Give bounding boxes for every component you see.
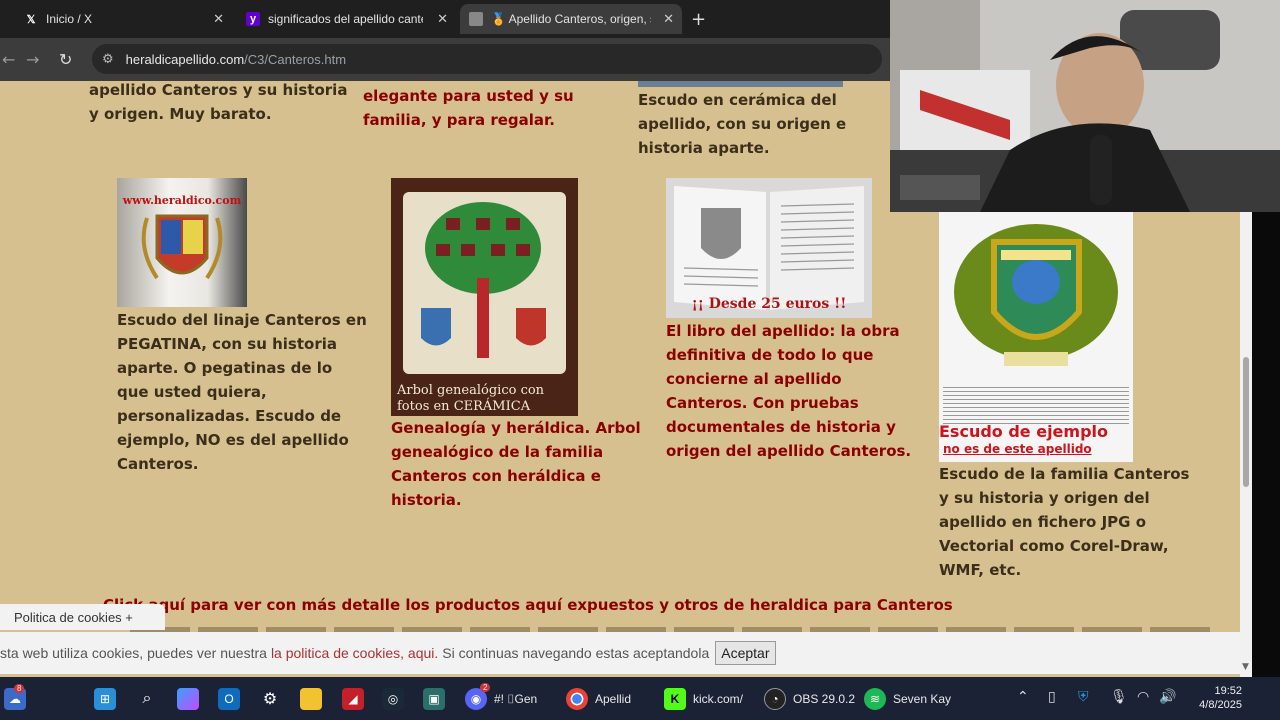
weather-widget[interactable]: ☁ 8 <box>4 684 33 712</box>
tab-x[interactable]: 𝕏 Inicio / X ✕ <box>0 4 232 34</box>
amd-icon: ◢ <box>342 688 364 710</box>
reload-icon[interactable]: ↻ <box>59 50 72 69</box>
coat-of-arms-icon <box>954 224 1118 366</box>
gear-icon: ⚙ <box>262 691 278 708</box>
image-caption: ¡¡ Desde 25 euros !! <box>691 296 847 312</box>
family-tree-icon <box>403 192 566 374</box>
volume-icon[interactable]: 🔊 <box>1159 689 1176 705</box>
back-icon[interactable]: ← <box>2 50 15 69</box>
address-toolbar: ← → ↻ ⚙ heraldicapellido.com /C3/Cantero… <box>0 38 890 81</box>
taskbar-label: Apellid <box>595 692 632 706</box>
x-logo-icon: 𝕏 <box>26 13 36 26</box>
family-tree-product-image[interactable]: Arbol genealógico con fotos en CERÁMICA <box>391 178 578 416</box>
yahoo-icon: y <box>246 12 260 26</box>
product-description-sticker: Escudo del linaje Canteros en PEGATINA, … <box>117 311 367 473</box>
taskbar-label: Seven Kay <box>893 692 952 706</box>
browser-tab-strip: 𝕏 Inicio / X ✕ y significados del apelli… <box>0 0 890 38</box>
kick-button[interactable]: K kick.com/ <box>664 686 743 712</box>
accept-cookies-button[interactable]: Aceptar <box>715 641 776 665</box>
forward-icon[interactable]: → <box>26 50 39 69</box>
product-description-family-tree: Genealogía y heráldica. Arbol genealógic… <box>391 419 641 509</box>
url-path: /C3/Canteros.htm <box>244 51 347 67</box>
usb-icon[interactable]: ▯ <box>1048 689 1056 705</box>
app-button[interactable]: ▣ <box>423 686 452 712</box>
outlook-button[interactable]: O <box>218 686 247 712</box>
example-sublabel: no es de este apellido <box>943 442 1092 456</box>
product-text-top-2: elegante para usted y su familia, y para… <box>363 87 574 129</box>
discord-button[interactable]: ◉ 2 #! ⌷Gen <box>465 683 538 712</box>
scroll-down-icon[interactable]: ▼ <box>1242 662 1249 672</box>
microphone-icon[interactable]: 🎙 <box>1110 689 1128 705</box>
shield-file-product-image[interactable]: Escudo de ejemplo no es de este apellido <box>939 212 1133 462</box>
steam-button[interactable]: ◎ <box>382 686 411 712</box>
example-label: Escudo de ejemplo <box>939 422 1109 441</box>
sticker-product-image[interactable]: www.heraldico.com <box>117 178 247 307</box>
cookie-banner: sta web utiliza cookies, puedes ver nues… <box>0 632 1240 674</box>
cookie-text-continue: Si continuas navegando estas aceptandola <box>442 645 710 661</box>
coat-of-arms-icon <box>141 214 223 280</box>
webcam-person-image <box>890 0 1280 212</box>
url-host: heraldicapellido.com <box>125 51 245 67</box>
webcam-overlay <box>890 0 1280 212</box>
notification-badge: 2 <box>480 683 491 692</box>
clock-date: 4/8/2025 <box>1199 699 1242 711</box>
book-product-image[interactable]: ¡¡ Desde 25 euros !! <box>666 178 872 318</box>
obs-button[interactable]: ◔ OBS 29.0.2 <box>764 686 855 712</box>
taskbar-label: #! ⌷Gen <box>494 691 538 706</box>
product-text-top-1: apellido Canteros y su historia y origen… <box>89 81 348 123</box>
screen-edge <box>1252 212 1280 677</box>
obs-icon: ◔ <box>764 688 786 710</box>
copilot-icon <box>177 688 199 710</box>
spotify-button[interactable]: ≋ Seven Kay <box>864 686 951 712</box>
close-icon[interactable]: ✕ <box>437 11 448 27</box>
copilot-button[interactable] <box>177 686 206 712</box>
search-button[interactable]: ⌕ <box>136 686 165 712</box>
file-explorer-button[interactable] <box>300 686 329 712</box>
product-text-top-3: Escudo en cerámica del apellido, con su … <box>638 91 847 157</box>
tab-title: significados del apellido canter <box>268 12 423 26</box>
kick-icon: K <box>664 688 686 710</box>
cookie-text: sta web utiliza cookies, puedes ver nues… <box>0 645 267 661</box>
shield-icon[interactable]: ⛨ <box>1078 689 1089 705</box>
tab-canteros-active[interactable]: 🏅 Apellido Canteros, origen, s ✕ <box>460 4 682 34</box>
spotify-icon: ≋ <box>864 688 886 710</box>
site-settings-icon[interactable]: ⚙ <box>102 52 114 67</box>
chrome-icon <box>566 688 588 710</box>
heraldry-favicon-icon <box>469 12 483 26</box>
clock-time: 19:52 <box>1214 685 1242 697</box>
wifi-icon[interactable]: ◠ <box>1137 689 1149 705</box>
chevron-up-icon[interactable]: ⌃ <box>1017 689 1029 705</box>
page-scrollbar[interactable]: ▼ <box>1240 212 1252 677</box>
tab-title: 🏅 Apellido Canteros, origen, s <box>491 12 651 26</box>
ceramic-shield-image-edge <box>638 81 843 87</box>
system-clock[interactable]: 19:52 4/8/2025 <box>1186 684 1242 712</box>
product-description-shield-file: Escudo de la familia Canteros y su histo… <box>939 465 1190 579</box>
cookie-policy-link[interactable]: la politica de cookies, aqui. <box>271 645 438 661</box>
taskbar-label: kick.com/ <box>693 692 744 706</box>
windows-taskbar: ☁ 8 ⊞ ⌕ O ⚙ ◢ ◎ ▣ ◉ 2 #! ⌷Gen Apellid K … <box>0 677 1280 720</box>
amd-button[interactable]: ◢ <box>342 686 371 712</box>
tab-yahoo[interactable]: y significados del apellido canter ✕ <box>238 4 456 34</box>
image-caption: Arbol genealógico con fotos en CERÁMICA <box>397 383 545 414</box>
monitor-icon: ▣ <box>423 688 445 710</box>
start-button[interactable]: ⊞ <box>94 686 123 712</box>
product-description-book: El libro del apellido: la obra definitiv… <box>666 322 912 460</box>
new-tab-button[interactable]: + <box>691 9 706 30</box>
search-icon: ⌕ <box>142 690 152 707</box>
steam-icon: ◎ <box>382 688 404 710</box>
folder-icon <box>300 688 322 710</box>
body-text-lines <box>943 384 1129 426</box>
windows-logo-icon: ⊞ <box>94 688 116 710</box>
cookie-policy-tab[interactable]: Politica de cookies + <box>0 604 165 630</box>
scrollbar-thumb[interactable] <box>1243 357 1249 487</box>
chrome-button[interactable]: Apellid <box>566 686 631 712</box>
url-bar[interactable]: ⚙ heraldicapellido.com /C3/Canteros.htm <box>92 44 882 74</box>
products-detail-link[interactable]: Click aquí para ver con más detalle los … <box>103 593 1003 617</box>
tab-title: Inicio / X <box>46 12 93 26</box>
close-icon[interactable]: ✕ <box>213 11 224 27</box>
outlook-icon: O <box>218 688 240 710</box>
taskbar-label: OBS 29.0.2 <box>793 692 856 706</box>
close-icon[interactable]: ✕ <box>663 11 674 27</box>
settings-button[interactable]: ⚙ <box>259 686 288 712</box>
